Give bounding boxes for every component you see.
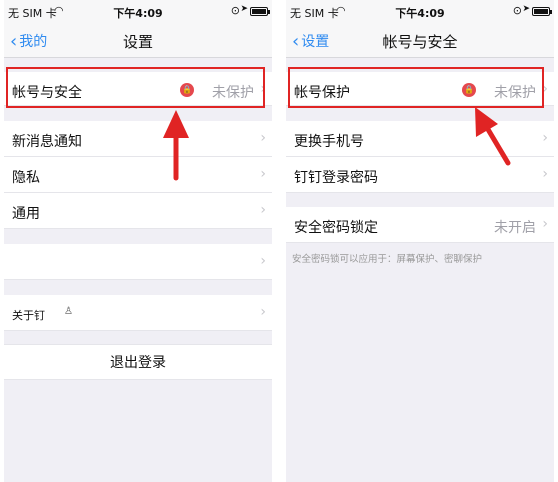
- annotation-arrow: [475, 107, 511, 166]
